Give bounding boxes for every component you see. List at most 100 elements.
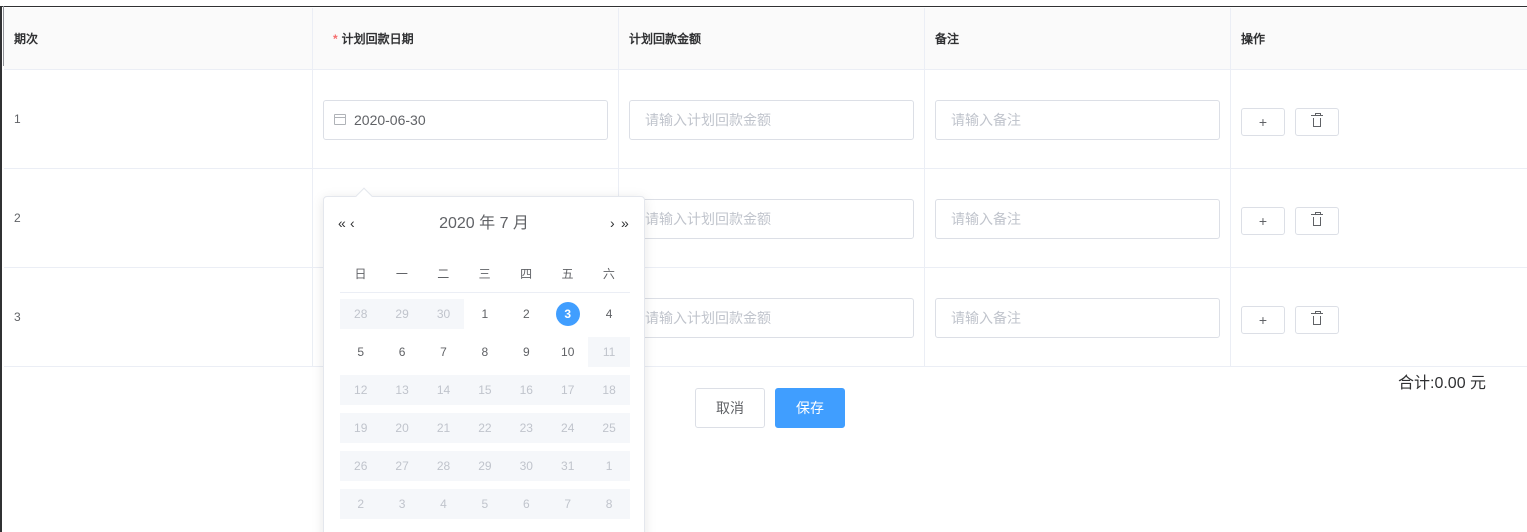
amount-cell: 请输入计划回款金额 (619, 268, 925, 367)
calendar-day: 24 (547, 413, 589, 443)
weekday-label: 六 (602, 267, 615, 281)
delete-row-button[interactable] (1295, 306, 1339, 334)
table-row: 1 2020-06-30 请输入计划回款金额 请输入备注 + (4, 70, 1527, 169)
header-actions-label: 操作 (1241, 32, 1266, 46)
calendar-day: 18 (588, 375, 630, 405)
calendar-day[interactable]: 5 (340, 337, 381, 367)
delete-row-button[interactable] (1295, 207, 1339, 235)
calendar-day: 20 (381, 413, 423, 443)
table-header: 期次 * 计划回款日期 计划回款金额 备注 操作 (4, 8, 1527, 70)
calendar-day: 22 (464, 413, 506, 443)
required-mark: * (333, 32, 338, 46)
trash-icon (1311, 112, 1323, 127)
amount-input[interactable]: 请输入计划回款金额 (629, 298, 914, 338)
calendar-day: 8 (588, 489, 630, 519)
remark-cell: 请输入备注 (925, 70, 1231, 169)
calendar-day: 30 (422, 299, 465, 329)
amount-placeholder: 请输入计划回款金额 (645, 211, 771, 227)
row-index: 1 (4, 70, 313, 169)
remark-input[interactable]: 请输入备注 (935, 298, 1220, 338)
header-actions: 操作 (1231, 8, 1527, 70)
calendar-day: 19 (340, 413, 382, 443)
header-period: 期次 (4, 8, 313, 70)
calendar-day[interactable]: 2 (506, 299, 547, 329)
calendar-day[interactable]: 7 (423, 337, 464, 367)
calendar-day: 28 (340, 299, 382, 329)
header-date: * 计划回款日期 (313, 8, 619, 70)
plus-icon: + (1258, 114, 1268, 130)
date-cell: 2020-06-30 (313, 70, 619, 169)
calendar-day: 2 (340, 489, 382, 519)
actions-cell: + (1231, 169, 1527, 268)
calendar-day: 17 (547, 375, 589, 405)
date-input[interactable]: 2020-06-30 (323, 100, 608, 140)
cancel-button[interactable]: 取消 (695, 388, 765, 428)
calendar-day: 6 (505, 489, 547, 519)
next-year-button[interactable]: » (621, 213, 629, 233)
remark-cell: 请输入备注 (925, 268, 1231, 367)
header-amount-label: 计划回款金额 (629, 32, 702, 46)
add-row-button[interactable]: + (1241, 306, 1285, 334)
page-frame: 期次 * 计划回款日期 计划回款金额 备注 操作 1 2020-06-30 请输… (0, 0, 1527, 532)
calendar-day[interactable]: 9 (506, 337, 547, 367)
remark-input[interactable]: 请输入备注 (935, 199, 1220, 239)
actions-cell: + (1231, 268, 1527, 367)
weekday-label: 日 (354, 267, 367, 281)
remark-placeholder: 请输入备注 (951, 310, 1021, 326)
calendar-day[interactable]: 6 (381, 337, 422, 367)
weekday-label: 一 (395, 267, 408, 281)
date-picker-header: « ‹ 2020 年 7 月 › » (324, 211, 644, 241)
calendar-day[interactable]: 1 (464, 299, 505, 329)
calendar-day[interactable]: 10 (547, 337, 588, 367)
calendar-day: 1 (588, 451, 630, 481)
amount-input[interactable]: 请输入计划回款金额 (629, 100, 914, 140)
date-picker-title[interactable]: 2020 年 7 月 (324, 211, 644, 237)
amount-cell: 请输入计划回款金额 (619, 70, 925, 169)
calendar-day[interactable]: 3 (547, 299, 588, 329)
row-index: 2 (4, 169, 313, 268)
amount-cell: 请输入计划回款金额 (619, 169, 925, 268)
calendar-day[interactable]: 4 (588, 299, 629, 329)
calendar-day: 26 (340, 451, 382, 481)
calendar-day: 28 (422, 451, 465, 481)
amount-placeholder: 请输入计划回款金额 (645, 310, 771, 326)
calendar-day: 4 (422, 489, 465, 519)
plus-icon: + (1258, 213, 1268, 229)
add-row-button[interactable]: + (1241, 108, 1285, 136)
remark-input[interactable]: 请输入备注 (935, 100, 1220, 140)
trash-icon (1311, 310, 1323, 325)
calendar-day: 25 (588, 413, 630, 443)
calendar-day: 21 (422, 413, 465, 443)
save-button[interactable]: 保存 (775, 388, 845, 428)
date-value: 2020-06-30 (354, 112, 426, 128)
plus-icon: + (1258, 312, 1268, 328)
calendar-day[interactable]: 8 (464, 337, 505, 367)
delete-row-button[interactable] (1295, 108, 1339, 136)
amount-input[interactable]: 请输入计划回款金额 (629, 199, 914, 239)
actions-cell: + (1231, 70, 1527, 169)
calendar-day: 16 (505, 375, 547, 405)
calendar-day: 12 (340, 375, 382, 405)
next-month-button[interactable]: › (610, 213, 615, 233)
calendar-day: 15 (464, 375, 506, 405)
header-remark: 备注 (925, 8, 1231, 70)
calendar-day: 7 (547, 489, 589, 519)
frame-top-border (0, 6, 1527, 7)
header-period-label: 期次 (14, 32, 39, 46)
calendar-day: 29 (381, 299, 423, 329)
calendar-icon (334, 114, 346, 125)
add-row-button[interactable]: + (1241, 207, 1285, 235)
calendar-day: 11 (588, 337, 630, 367)
header-date-label: 计划回款日期 (341, 32, 414, 46)
calendar-day: 13 (381, 375, 423, 405)
calendar-day: 31 (547, 451, 589, 481)
amount-placeholder: 请输入计划回款金额 (645, 112, 771, 128)
trash-icon (1311, 211, 1323, 226)
calendar-day: 23 (505, 413, 547, 443)
calendar-day: 5 (464, 489, 506, 519)
calendar-day: 14 (422, 375, 465, 405)
remark-placeholder: 请输入备注 (951, 112, 1021, 128)
remark-placeholder: 请输入备注 (951, 211, 1021, 227)
calendar-day: 3 (381, 489, 423, 519)
calendar-day: 30 (505, 451, 547, 481)
